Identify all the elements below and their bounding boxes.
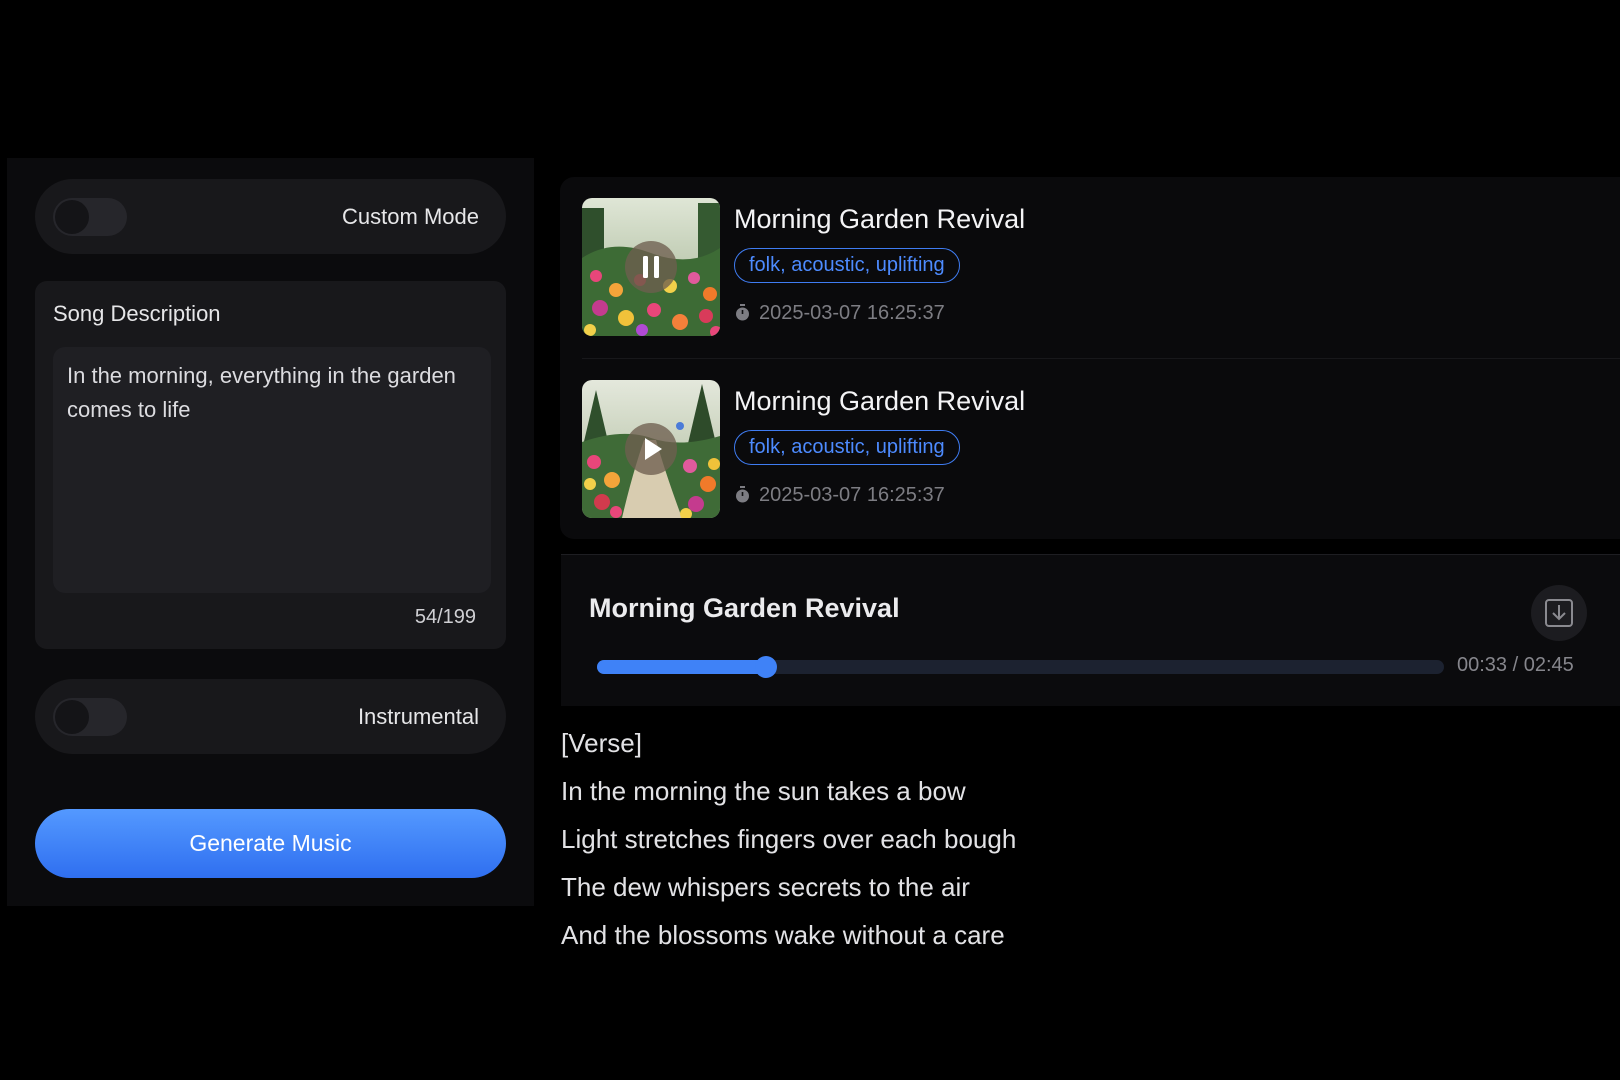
pause-button[interactable] bbox=[625, 241, 677, 293]
song-description-card: Song Description 54/199 bbox=[35, 281, 506, 649]
char-count: 54/199 bbox=[414, 606, 476, 628]
toggle-knob bbox=[55, 700, 89, 734]
song-description-input[interactable] bbox=[53, 347, 491, 593]
clock-icon bbox=[736, 303, 749, 321]
song-title: Morning Garden Revival bbox=[734, 386, 1026, 416]
song-timestamp: 2025-03-07 16:25:37 bbox=[734, 482, 945, 508]
lyric-line: The dew whispers secrets to the air bbox=[561, 872, 970, 902]
song-title: Morning Garden Revival bbox=[734, 204, 1026, 234]
current-time: 00:33 bbox=[1457, 654, 1508, 676]
song-item[interactable]: Morning Garden Revival folk, acoustic, u… bbox=[582, 198, 1620, 338]
time-readout: 00:33 / 02:45 bbox=[1457, 654, 1574, 677]
download-button[interactable] bbox=[1531, 585, 1587, 641]
total-time: 02:45 bbox=[1523, 654, 1574, 676]
custom-mode-label: Custom Mode bbox=[342, 204, 479, 229]
timestamp-text: 2025-03-07 16:25:37 bbox=[759, 484, 945, 506]
progress-bar[interactable] bbox=[597, 656, 1444, 678]
progress-thumb[interactable] bbox=[755, 656, 778, 678]
divider bbox=[582, 358, 1620, 359]
custom-mode-toggle[interactable] bbox=[53, 198, 127, 236]
lyric-line: In the morning the sun takes a bow bbox=[561, 776, 966, 806]
player-title: Morning Garden Revival bbox=[589, 593, 900, 623]
song-tags[interactable]: folk, acoustic, uplifting bbox=[734, 248, 960, 283]
instrumental-toggle[interactable] bbox=[53, 698, 127, 736]
time-separator: / bbox=[1507, 654, 1524, 676]
audio-player: Morning Garden Revival 00:33 / 02:45 bbox=[561, 554, 1620, 706]
song-cover[interactable] bbox=[582, 198, 720, 336]
lyric-line: And the blossoms wake without a care bbox=[561, 920, 1005, 950]
download-icon bbox=[1545, 599, 1573, 627]
timestamp-text: 2025-03-07 16:25:37 bbox=[759, 302, 945, 324]
generator-panel: Custom Mode Song Description 54/199 Inst… bbox=[7, 158, 534, 906]
lyric-line: [Verse] bbox=[561, 728, 642, 758]
song-list: Morning Garden Revival folk, acoustic, u… bbox=[560, 177, 1620, 539]
song-item[interactable]: Morning Garden Revival folk, acoustic, u… bbox=[582, 380, 1620, 520]
pause-icon bbox=[643, 256, 659, 278]
instrumental-row: Instrumental bbox=[35, 679, 506, 754]
play-icon bbox=[645, 438, 662, 460]
progress-fill bbox=[597, 660, 767, 674]
toggle-knob bbox=[55, 200, 89, 234]
song-timestamp: 2025-03-07 16:25:37 bbox=[734, 300, 945, 326]
song-cover[interactable] bbox=[582, 380, 720, 518]
custom-mode-row: Custom Mode bbox=[35, 179, 506, 254]
lyric-line: Light stretches fingers over each bough bbox=[561, 824, 1017, 854]
play-button[interactable] bbox=[625, 423, 677, 475]
lyrics: [Verse] In the morning the sun takes a b… bbox=[561, 722, 1561, 962]
song-tags[interactable]: folk, acoustic, uplifting bbox=[734, 430, 960, 465]
clock-icon bbox=[736, 485, 749, 503]
song-description-title: Song Description bbox=[53, 301, 221, 326]
generate-music-button[interactable]: Generate Music bbox=[35, 809, 506, 878]
instrumental-label: Instrumental bbox=[357, 704, 479, 729]
